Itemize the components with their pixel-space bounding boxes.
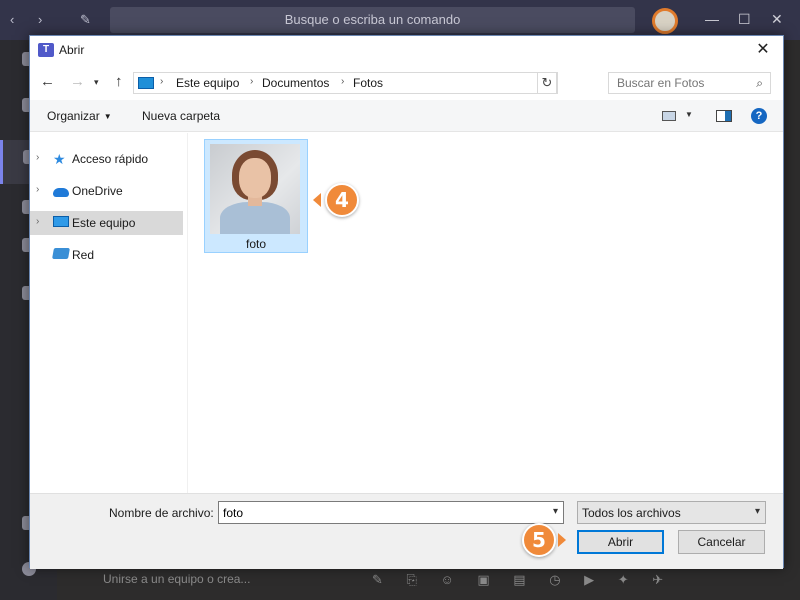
chevron-down-icon: ▼ [103,112,112,121]
address-row: ← → ▾ ↑ › Este equipo › Documentos › Fot… [30,68,783,98]
breadcrumb-este-equipo[interactable]: Este equipo [176,76,239,90]
minimize-icon[interactable]: — [705,11,719,27]
dialog-title-bar: T Abrir ✕ [30,36,783,66]
teams-app-icon: T [38,43,54,57]
chevron-right-icon[interactable]: › [36,184,39,195]
open-button[interactable]: Abrir [577,530,664,554]
compose-icon[interactable]: ✎ [80,12,91,28]
dialog-close-button[interactable]: ✕ [751,40,775,60]
teams-search-bar[interactable]: Busque o escriba un comando [110,7,635,33]
callout-pointer [558,533,566,547]
teams-title-bar: ‹ › ✎ Busque o escriba un comando — ☐ ✕ [0,0,800,40]
search-box[interactable]: ⌕ [608,72,771,94]
nav-item-label: Acceso rápido [72,152,149,166]
nav-item-label: Red [72,248,95,262]
back-button[interactable]: ← [40,73,55,90]
preview-pane-icon[interactable] [716,110,732,122]
nav-item-onedrive[interactable]: › OneDrive [30,179,183,203]
nav-item-label: OneDrive [72,184,123,198]
chevron-right-icon: › [160,76,164,87]
file-type-value: Todos los archivos [582,506,681,520]
filename-input[interactable] [219,502,539,523]
dialog-footer: Nombre de archivo: ▾ Todos los archivos … [30,493,783,569]
cancel-button[interactable]: Cancelar [678,530,765,554]
chevron-right-icon: › [250,76,254,87]
nav-item-network[interactable]: Red [30,243,183,267]
chevron-right-icon[interactable]: › [36,216,39,227]
avatar[interactable] [652,8,678,34]
maximize-icon[interactable]: ☐ [738,11,751,28]
compose-toolbar-icons[interactable]: ✎ ⎘ ☺ ▣ ▤ ◷ ▶ ✦ ✈ [372,572,673,588]
forward-button[interactable]: → [70,73,85,90]
back-arrow-icon[interactable]: ‹ [10,12,14,27]
chevron-down-icon[interactable]: ▼ [685,110,693,119]
nav-item-quick-access[interactable]: › ★ Acceso rápido [30,147,183,171]
forward-arrow-icon[interactable]: › [38,12,42,27]
chevron-down-icon[interactable]: ▾ [553,506,558,517]
new-folder-button[interactable]: Nueva carpeta [142,109,220,123]
filename-combobox[interactable]: ▾ [218,501,564,524]
nav-item-this-pc[interactable]: › Este equipo [30,211,183,235]
search-input[interactable] [609,73,744,93]
computer-icon [53,216,69,227]
recent-locations-dropdown[interactable]: ▾ [94,77,99,88]
organize-label: Organizar [47,109,100,123]
file-type-filter[interactable]: Todos los archivos ▾ [577,501,766,524]
filename-label: Nombre de archivo: [109,506,214,520]
navigation-pane: › ★ Acceso rápido › OneDrive › Este equi… [30,133,188,493]
chevron-right-icon[interactable]: › [36,152,39,163]
file-name: foto [245,237,266,251]
star-icon: ★ [53,151,66,167]
file-list: foto [189,133,783,493]
photo-thumbnail [210,144,300,234]
join-team-link[interactable]: Unirse a un equipo o crea... [103,572,250,586]
step-badge-4: 4 [325,183,359,217]
address-bar[interactable]: › Este equipo › Documentos › Fotos ▾ [133,72,619,94]
help-icon[interactable]: ? [751,108,767,124]
search-icon: ⌕ [756,76,763,90]
dialog-title: Abrir [59,43,85,57]
chevron-right-icon: › [341,76,345,87]
network-icon [52,248,70,259]
dialog-toolbar: Organizar ▼ Nueva carpeta ▼ ? [30,100,783,132]
breadcrumb-fotos[interactable]: Fotos [353,76,383,90]
close-icon[interactable]: ✕ [771,11,783,28]
refresh-button[interactable]: ↻ [537,72,557,94]
file-item[interactable]: foto [204,139,308,253]
callout-pointer [313,193,321,207]
up-button[interactable]: ↑ [115,73,123,90]
computer-icon [138,77,154,89]
view-options-icon[interactable] [662,111,676,121]
open-file-dialog: T Abrir ✕ ← → ▾ ↑ › Este equipo › Docume… [29,35,784,569]
cloud-icon [53,188,69,197]
nav-item-label: Este equipo [72,216,136,230]
step-badge-5: 5 [522,523,556,557]
chevron-down-icon: ▾ [754,506,760,517]
organize-button[interactable]: Organizar ▼ [47,109,112,123]
breadcrumb-documentos[interactable]: Documentos [262,76,329,90]
